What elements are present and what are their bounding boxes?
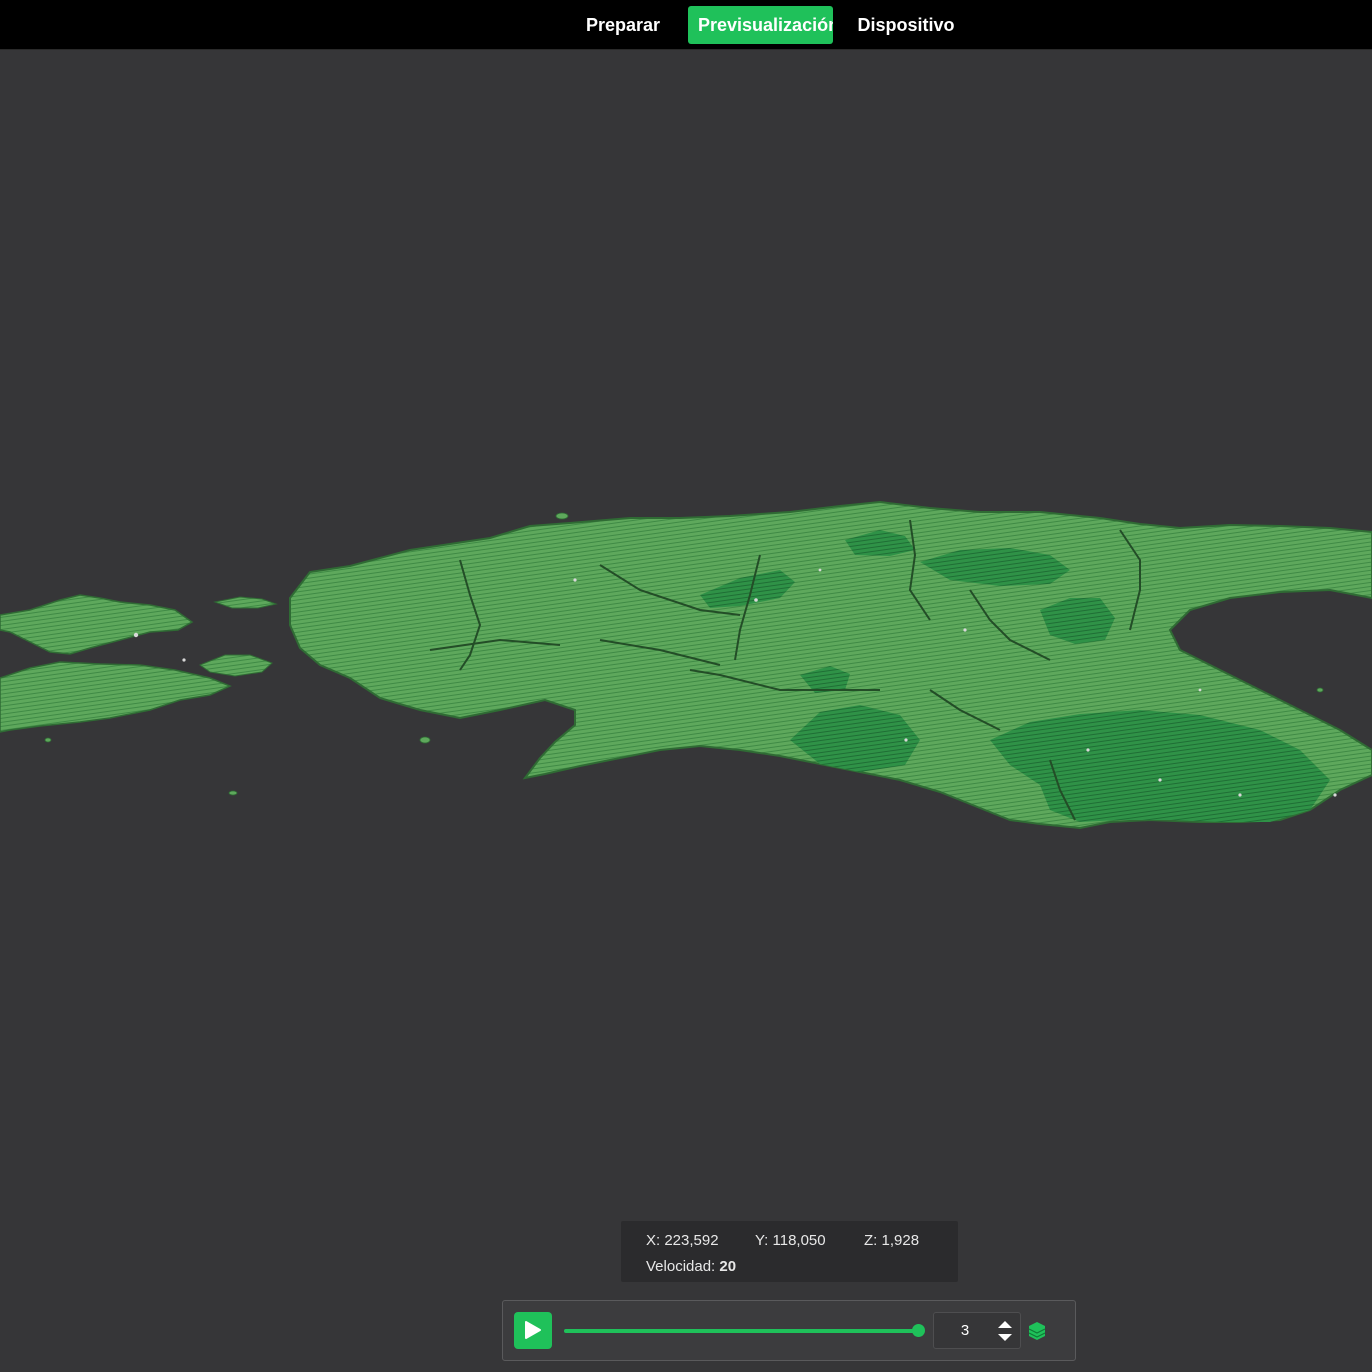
coord-z: Z: 1,928 xyxy=(864,1232,920,1249)
layer-spinbox[interactable]: 3 xyxy=(933,1312,1021,1349)
island-west-upper xyxy=(0,594,194,655)
progress-slider-track[interactable] xyxy=(564,1329,919,1333)
progress-slider-thumb[interactable] xyxy=(912,1324,925,1337)
coord-y: Y: 118,050 xyxy=(755,1232,826,1249)
top-tab-bar: Preparar Previsualización Dispositivo xyxy=(0,0,1372,50)
play-icon xyxy=(525,1321,541,1339)
island-west-lower xyxy=(0,661,232,733)
layer-value[interactable]: 3 xyxy=(934,1313,996,1348)
terrain-model xyxy=(0,500,1372,830)
tab-prepare[interactable]: Preparar xyxy=(575,6,671,44)
coord-x: X: 223,592 xyxy=(646,1232,719,1249)
play-button[interactable] xyxy=(514,1312,552,1349)
coordinate-info-panel: X: 223,592 Y: 118,050 Z: 1,928 Velocidad… xyxy=(621,1221,958,1282)
tab-preview[interactable]: Previsualización xyxy=(688,6,833,44)
speed-value: 20 xyxy=(719,1258,737,1275)
app-window: Preparar Previsualización Dispositivo X:… xyxy=(0,0,1372,1372)
speed-readout: Velocidad: 20 xyxy=(646,1258,736,1275)
islet-1 xyxy=(213,596,278,609)
playback-bar: 3 xyxy=(502,1300,1076,1361)
tab-device[interactable]: Dispositivo xyxy=(850,6,962,44)
preview-3d-viewport[interactable] xyxy=(0,50,1372,1372)
spin-arrows-icon[interactable] xyxy=(996,1318,1014,1344)
layers-icon[interactable] xyxy=(1026,1320,1048,1342)
speed-label: Velocidad: xyxy=(646,1258,716,1275)
islet-2 xyxy=(198,654,273,677)
